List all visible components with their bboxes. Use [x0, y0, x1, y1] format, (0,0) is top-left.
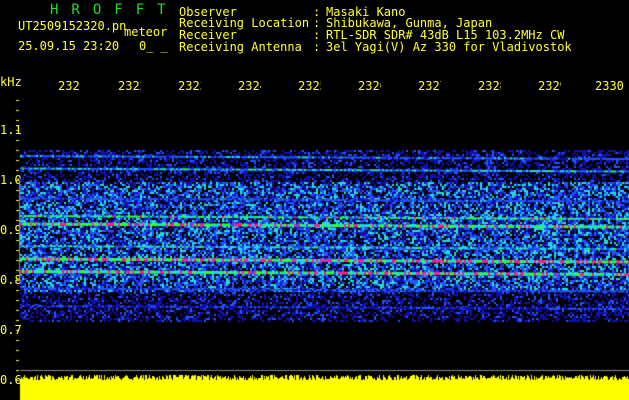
y-unit-label: kHz	[0, 75, 22, 89]
mode-label: meteor	[124, 25, 168, 39]
time-tick-label: 2329	[538, 79, 561, 93]
app-title: HROFFT	[50, 2, 179, 18]
info-label: Receiving Antenna	[179, 40, 302, 54]
time-tick-label: 2326	[358, 79, 381, 93]
time-tick-label: 2327	[418, 79, 441, 93]
datetime: 25.09.15 23:20	[18, 39, 120, 53]
time-tick-label: 2324	[238, 79, 261, 93]
time-tick-label: 2321	[58, 79, 81, 93]
info-colon: :	[313, 40, 321, 54]
status-text: 0_ _	[139, 39, 168, 53]
time-tick-label: 2328	[478, 79, 501, 93]
time-tick-label: 2330	[595, 79, 624, 93]
file-name: UT2509152320.pn	[18, 19, 127, 33]
time-tick-label: 2322	[118, 79, 141, 93]
time-tick-label: 2323	[178, 79, 201, 93]
spectrogram	[0, 95, 629, 400]
time-tick-label: 2325	[298, 79, 321, 93]
info-value: 3el Yagi(V) Az 330 for Vladivostok	[326, 40, 572, 54]
